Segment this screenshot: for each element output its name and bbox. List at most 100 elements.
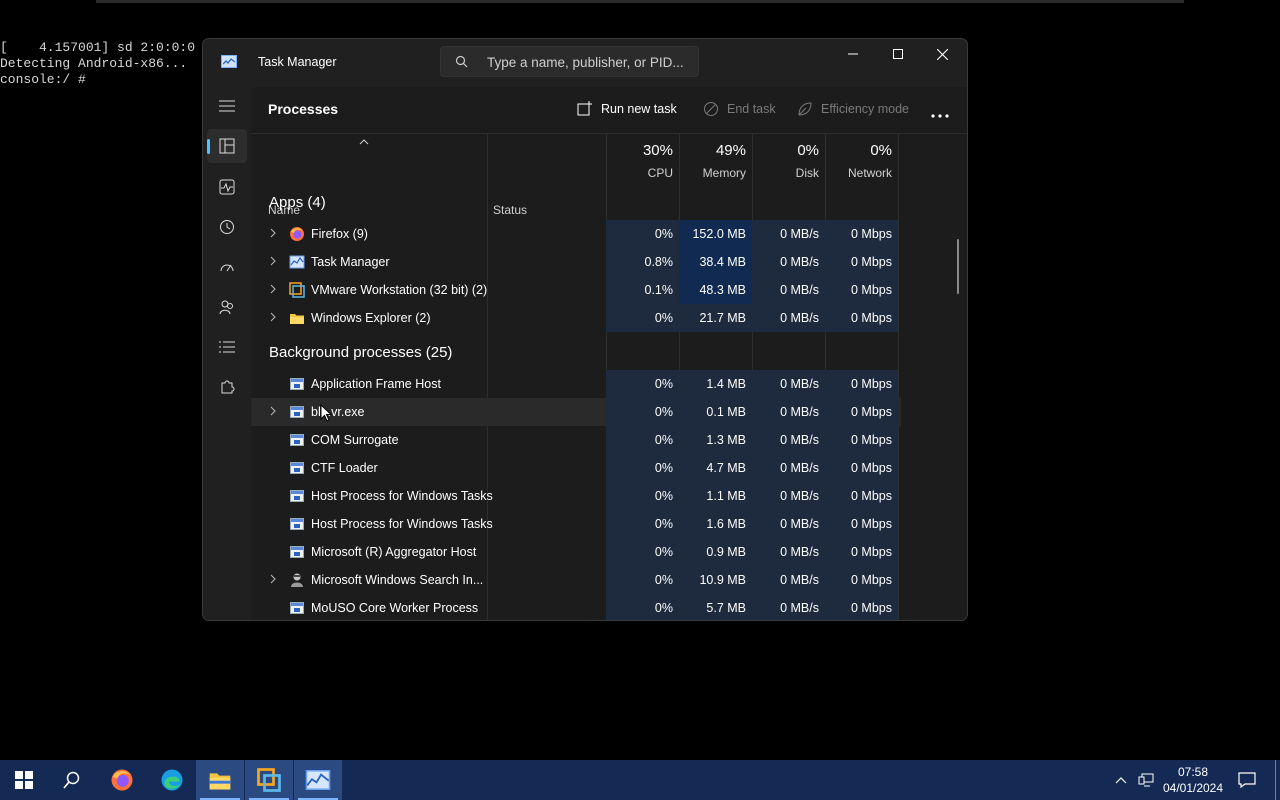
table-row[interactable]: CTF Loader 0% 4.7 MB 0 MB/s 0 Mbps	[251, 454, 901, 482]
mouse-cursor-icon	[320, 404, 332, 422]
table-row[interactable]: VMware Workstation (32 bit) (2) 0.1% 48.…	[251, 276, 901, 304]
memory-cell: 1.3 MB	[679, 426, 752, 454]
memory-cell: 1.1 MB	[679, 482, 752, 510]
table-row[interactable]: COM Surrogate 0% 1.3 MB 0 MB/s 0 Mbps	[251, 426, 901, 454]
taskbar-file-explorer[interactable]	[196, 760, 244, 800]
taskbar-search-button[interactable]	[48, 760, 96, 800]
navigation-rail	[203, 87, 251, 619]
cpu-cell: 0%	[606, 594, 679, 620]
chevron-right-icon[interactable]	[270, 406, 276, 416]
taskbar-task-manager[interactable]	[294, 760, 342, 800]
folder-icon	[290, 314, 304, 324]
notifications-button[interactable]	[1230, 760, 1264, 800]
nav-services[interactable]	[207, 370, 247, 404]
network-total: 0%	[870, 142, 892, 159]
leaf-icon	[798, 102, 812, 116]
taskbar-firefox[interactable]	[98, 760, 146, 800]
hamburger-menu-button[interactable]	[207, 89, 247, 123]
cpu-cell: 0%	[606, 454, 679, 482]
task-manager-icon	[305, 770, 331, 790]
show-desktop-button[interactable]	[1275, 760, 1276, 800]
disk-cell: 0 MB/s	[752, 426, 825, 454]
table-row[interactable]: Microsoft Windows Search In... 0% 10.9 M…	[251, 566, 901, 594]
chevron-right-icon[interactable]	[270, 256, 276, 266]
search-icon	[63, 771, 80, 789]
table-row[interactable]: Host Process for Windows Tasks 0% 1.6 MB…	[251, 510, 901, 538]
chevron-right-icon[interactable]	[270, 574, 276, 584]
network-cell: 0 Mbps	[825, 510, 898, 538]
table-row[interactable]: Windows Explorer (2) 0% 21.7 MB 0 MB/s 0…	[251, 304, 901, 332]
end-task-icon	[704, 102, 718, 116]
process-name: Host Process for Windows Tasks	[311, 489, 493, 503]
cpu-cell: 0%	[606, 304, 679, 332]
clock[interactable]: 07:58 04/01/2024	[1158, 764, 1228, 796]
start-button[interactable]	[0, 760, 48, 800]
maximize-button[interactable]	[875, 39, 920, 69]
taskbar-edge[interactable]	[148, 760, 196, 800]
vertical-scrollbar[interactable]	[957, 239, 959, 294]
show-hidden-icons-button[interactable]	[1108, 760, 1134, 800]
table-row[interactable]: MoUSO Core Worker Process 0% 5.7 MB 0 MB…	[251, 594, 901, 620]
network-cell: 0 Mbps	[825, 594, 898, 620]
vmware-icon	[257, 768, 281, 792]
task-manager-window: Task Manager Type a name, publisher, or …	[202, 38, 968, 621]
table-row[interactable]: Firefox (9) 0% 152.0 MB 0 MB/s 0 Mbps	[251, 220, 901, 248]
memory-cell: 48.3 MB	[679, 276, 752, 304]
nav-startup-apps[interactable]	[207, 250, 247, 284]
search-indexer-icon	[291, 573, 303, 587]
end-task-button[interactable]: End task	[703, 97, 776, 121]
taskbar-vmware[interactable]	[245, 760, 293, 800]
efficiency-mode-label: Efficiency mode	[821, 102, 910, 116]
console-prompt[interactable]: console:/ #	[0, 72, 195, 88]
chevron-right-icon[interactable]	[270, 312, 276, 322]
network-cell: 0 Mbps	[825, 454, 898, 482]
nav-performance[interactable]	[207, 170, 247, 204]
run-new-task-button[interactable]: Run new task	[577, 97, 677, 121]
edge-icon	[161, 769, 183, 791]
memory-cell: 0.1 MB	[679, 398, 752, 426]
process-name: Host Process for Windows Tasks	[311, 517, 493, 531]
efficiency-mode-button[interactable]: Efficiency mode	[797, 97, 909, 121]
nav-users[interactable]	[207, 290, 247, 324]
table-row[interactable]: Microsoft (R) Aggregator Host 0% 0.9 MB …	[251, 538, 901, 566]
memory-cell: 4.7 MB	[679, 454, 752, 482]
nav-details[interactable]	[207, 330, 247, 364]
disk-cell: 0 MB/s	[752, 248, 825, 276]
sort-up-icon[interactable]	[359, 139, 369, 145]
end-task-label: End task	[727, 102, 776, 116]
column-cpu-header[interactable]: 30% CPU	[606, 134, 679, 183]
cpu-cell: 0%	[606, 538, 679, 566]
nav-app-history[interactable]	[207, 210, 247, 244]
processes-icon	[219, 138, 235, 154]
network-cell: 0 Mbps	[825, 398, 898, 426]
process-name: Task Manager	[311, 255, 390, 269]
close-button[interactable]	[920, 39, 965, 69]
search-box[interactable]	[440, 46, 699, 77]
column-disk-header[interactable]: 0% Disk	[752, 134, 825, 183]
table-row[interactable]: Host Process for Windows Tasks 0% 1.1 MB…	[251, 482, 901, 510]
nav-processes[interactable]	[207, 129, 247, 163]
close-icon	[937, 48, 948, 60]
table-row[interactable]: bl...vr.exe 0% 0.1 MB 0 MB/s 0 Mbps	[251, 398, 901, 426]
network-cell: 0 Mbps	[825, 276, 898, 304]
column-memory-header[interactable]: 49% Memory	[679, 134, 752, 183]
disk-cell: 0 MB/s	[752, 398, 825, 426]
disk-cell: 0 MB/s	[752, 538, 825, 566]
network-cell: 0 Mbps	[825, 426, 898, 454]
search-input[interactable]	[487, 53, 687, 71]
network-status-button[interactable]	[1134, 760, 1158, 800]
disk-cell: 0 MB/s	[752, 370, 825, 398]
cpu-cell: 0%	[606, 220, 679, 248]
process-name: VMware Workstation (32 bit) (2)	[311, 283, 488, 297]
column-network-header[interactable]: 0% Network	[825, 134, 898, 183]
column-status-header[interactable]: Status	[493, 203, 527, 217]
table-row[interactable]: Application Frame Host 0% 1.4 MB 0 MB/s …	[251, 370, 901, 398]
process-name: CTF Loader	[311, 461, 378, 475]
chevron-right-icon[interactable]	[270, 228, 276, 238]
more-options-button[interactable]	[931, 105, 949, 123]
memory-cell: 152.0 MB	[679, 220, 752, 248]
chevron-right-icon[interactable]	[270, 284, 276, 294]
table-row[interactable]: Task Manager 0.8% 38.4 MB 0 MB/s 0 Mbps	[251, 248, 901, 276]
title-bar[interactable]: Task Manager	[203, 39, 967, 85]
minimize-button[interactable]	[830, 39, 875, 69]
